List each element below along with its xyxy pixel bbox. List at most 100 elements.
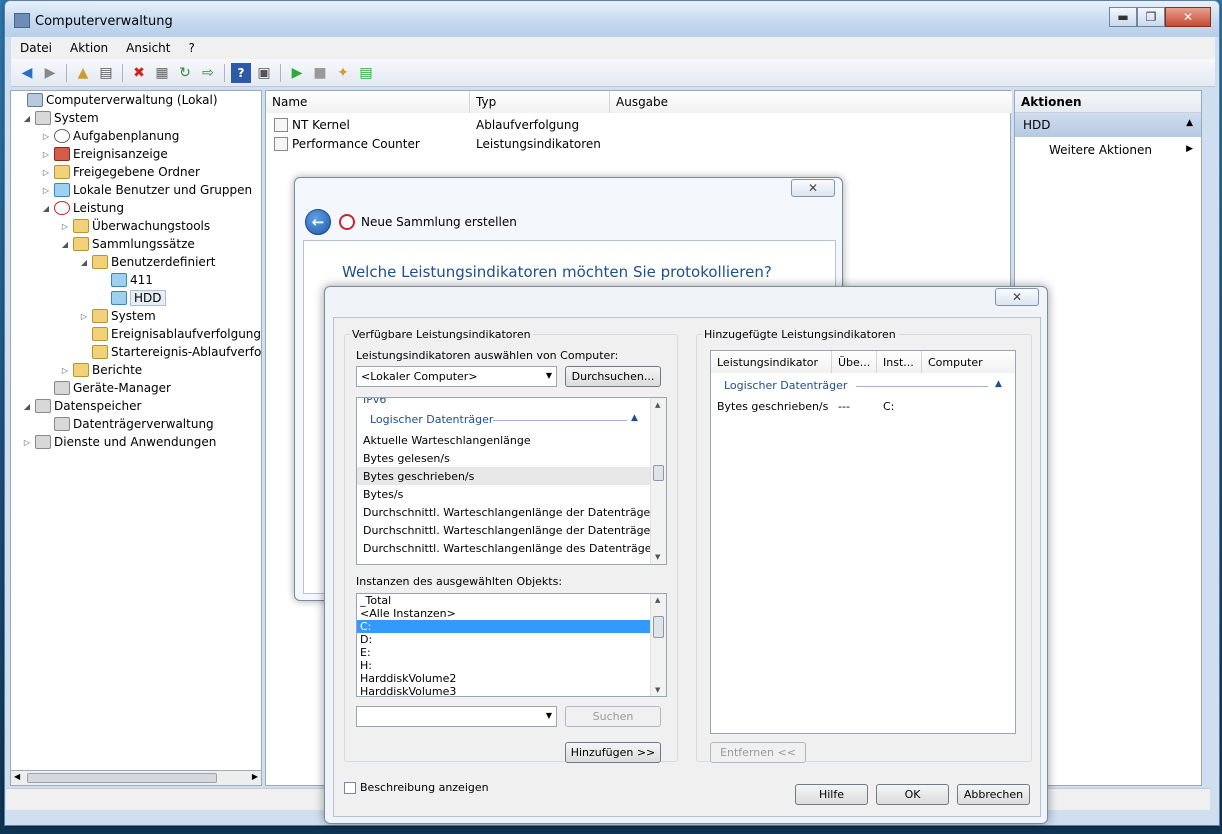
save-template-icon[interactable]: ▤: [356, 63, 376, 83]
counter-item[interactable]: Durchschnittl. Warteschlangenlänge der D…: [363, 503, 666, 521]
collapse-up-icon[interactable]: ▲: [1186, 118, 1193, 128]
search-button[interactable]: Suchen: [565, 706, 661, 727]
list-row[interactable]: NT Kernel Ablaufverfolgung: [274, 116, 974, 134]
tree-node-hdd[interactable]: HDD: [97, 289, 166, 307]
export-list-icon[interactable]: ⇨: [198, 63, 218, 83]
collapse-arrow-icon[interactable]: ◢: [59, 240, 71, 249]
expand-arrow-icon[interactable]: ▷: [59, 222, 71, 231]
column-header-computer[interactable]: Computer: [922, 351, 1015, 373]
expand-arrow-icon[interactable]: ▷: [59, 366, 71, 375]
menu-ansicht[interactable]: Ansicht: [117, 41, 179, 55]
added-category-logical-disk[interactable]: Logischer Datenträger: [724, 379, 847, 392]
wizard-close-button[interactable]: ✕: [791, 179, 835, 197]
properties-icon[interactable]: ▦: [152, 63, 172, 83]
scroll-up-icon[interactable]: ▲: [655, 596, 660, 604]
collapse-up-icon[interactable]: ▲: [995, 379, 1002, 389]
show-description-checkbox[interactable]: [344, 782, 356, 794]
collapse-arrow-icon[interactable]: ◢: [21, 402, 33, 411]
computer-combo[interactable]: <Lokaler Computer> ▼: [356, 366, 557, 387]
instances-scrollbar[interactable]: ▲ ▼: [650, 594, 666, 696]
menu-aktion[interactable]: Aktion: [61, 41, 117, 55]
category-logical-disk[interactable]: Logischer Datenträger: [370, 413, 493, 426]
delete-icon[interactable]: ✖: [129, 63, 149, 83]
scroll-thumb[interactable]: [653, 616, 664, 638]
expand-down-icon[interactable]: ˅: [629, 398, 634, 406]
remove-button[interactable]: Entfernen <<: [710, 742, 806, 763]
tree-node-lokale-benutzer[interactable]: ▷ Lokale Benutzer und Gruppen: [40, 181, 252, 199]
ok-button[interactable]: OK: [876, 784, 949, 805]
tree-node-geraete-manager[interactable]: Geräte-Manager: [40, 379, 171, 397]
tree-node-berichte[interactable]: ▷ Berichte: [59, 361, 142, 379]
scroll-right-icon[interactable]: ▶: [252, 772, 258, 781]
expand-arrow-icon[interactable]: ▷: [78, 312, 90, 321]
show-action-pane-icon[interactable]: ▣: [254, 63, 274, 83]
expand-arrow-icon[interactable]: ▷: [40, 150, 52, 159]
collapse-arrow-icon[interactable]: ◢: [78, 258, 90, 267]
collapse-up-icon[interactable]: ▲: [631, 413, 638, 423]
tree-node-datenspeicher[interactable]: ◢ Datenspeicher: [21, 397, 141, 415]
help-icon[interactable]: ?: [231, 62, 251, 83]
menu-help[interactable]: ?: [179, 41, 203, 55]
tree-node-system-sets[interactable]: ▷ System: [78, 307, 156, 325]
tree-node-ueberwachungstools[interactable]: ▷ Überwachungstools: [59, 217, 210, 235]
added-counter-name[interactable]: Bytes geschrieben/s: [717, 397, 828, 415]
up-folder-icon[interactable]: ▲: [73, 63, 93, 83]
collapse-arrow-icon[interactable]: ◢: [40, 204, 52, 213]
expand-arrow-icon[interactable]: ▷: [40, 168, 52, 177]
column-header-counter[interactable]: Leistungsindikator: [711, 351, 832, 373]
browse-button[interactable]: Durchsuchen...: [565, 366, 661, 387]
instance-item[interactable]: <Alle Instanzen>: [360, 607, 456, 620]
column-header-instance[interactable]: Inst...: [877, 351, 922, 373]
counters-close-button[interactable]: ✕: [995, 288, 1039, 306]
back-button[interactable]: ←: [305, 209, 331, 235]
tree-node-system[interactable]: ◢ System: [21, 109, 99, 127]
back-arrow-icon[interactable]: ◀: [17, 63, 37, 83]
scroll-down-icon[interactable]: ▼: [655, 553, 660, 561]
counters-scrollbar[interactable]: ▲ ▼: [650, 398, 666, 564]
expand-arrow-icon[interactable]: ▷: [21, 438, 33, 447]
tree-node-aufgabenplanung[interactable]: ▷ Aufgabenplanung: [40, 127, 179, 145]
counter-item[interactable]: Bytes gelesen/s: [363, 449, 450, 467]
cancel-button[interactable]: Abbrechen: [957, 784, 1030, 805]
tree-node-411[interactable]: 411: [97, 271, 153, 289]
instance-item[interactable]: HarddiskVolume3: [360, 685, 456, 696]
action-weitere-aktionen[interactable]: Weitere Aktionen: [1049, 143, 1152, 157]
column-header-output[interactable]: Ausgabe: [610, 91, 1012, 113]
tree-horizontal-scrollbar[interactable]: ◀ ▶: [10, 770, 262, 786]
column-header-parent[interactable]: Übe...: [832, 351, 877, 373]
add-button[interactable]: Hinzufügen >>: [565, 742, 661, 763]
menu-datei[interactable]: Datei: [11, 41, 61, 55]
column-header-type[interactable]: Typ: [470, 91, 610, 113]
scroll-thumb[interactable]: [653, 465, 664, 481]
tree-node-datentraegerverwaltung[interactable]: Datenträgerverwaltung: [40, 415, 214, 433]
counter-item[interactable]: Durchschnittl. Warteschlangenlänge der D…: [363, 521, 666, 539]
instance-item[interactable]: E:: [360, 646, 371, 659]
tree-node-ereignisablauf[interactable]: Ereignisablaufverfolgungssit: [78, 325, 261, 343]
scroll-up-icon[interactable]: ▲: [655, 401, 660, 409]
counter-item-selected[interactable]: Bytes geschrieben/s: [357, 467, 651, 485]
instance-item[interactable]: _Total: [360, 594, 391, 607]
actions-section-hdd[interactable]: HDD ▲: [1015, 113, 1201, 137]
instance-item[interactable]: D:: [360, 633, 372, 646]
instance-item[interactable]: H:: [360, 659, 372, 672]
help-button[interactable]: Hilfe: [795, 784, 868, 805]
tree-node-sammlungssaetze[interactable]: ◢ Sammlungssätze: [59, 235, 195, 253]
tree-node-root[interactable]: Computerverwaltung (Lokal): [13, 91, 218, 109]
tree-node-dienste[interactable]: ▷ Dienste und Anwendungen: [21, 433, 216, 451]
list-row[interactable]: Performance Counter Leistungsindikatoren: [274, 135, 974, 153]
counter-item[interactable]: Aktuelle Warteschlangenlänge: [363, 431, 531, 449]
collapse-arrow-icon[interactable]: ◢: [21, 114, 33, 123]
expand-arrow-icon[interactable]: ▷: [40, 132, 52, 141]
close-button[interactable]: ✕: [1165, 7, 1211, 27]
tree-node-ereignisanzeige[interactable]: ▷ Ereignisanzeige: [40, 145, 168, 163]
tree-node-leistung[interactable]: ◢ Leistung: [40, 199, 124, 217]
show-hide-tree-icon[interactable]: ▤: [96, 63, 116, 83]
expand-arrow-icon[interactable]: ▷: [40, 186, 52, 195]
forward-arrow-icon[interactable]: ▶: [40, 63, 60, 83]
scroll-down-icon[interactable]: ▼: [655, 686, 660, 694]
scroll-thumb[interactable]: [27, 773, 217, 783]
start-icon[interactable]: ▶: [287, 63, 307, 83]
category-partial-ipv6[interactable]: IPv6: [363, 398, 386, 408]
new-collection-icon[interactable]: ✦: [333, 63, 353, 83]
counter-item[interactable]: Bytes/s: [363, 485, 403, 503]
